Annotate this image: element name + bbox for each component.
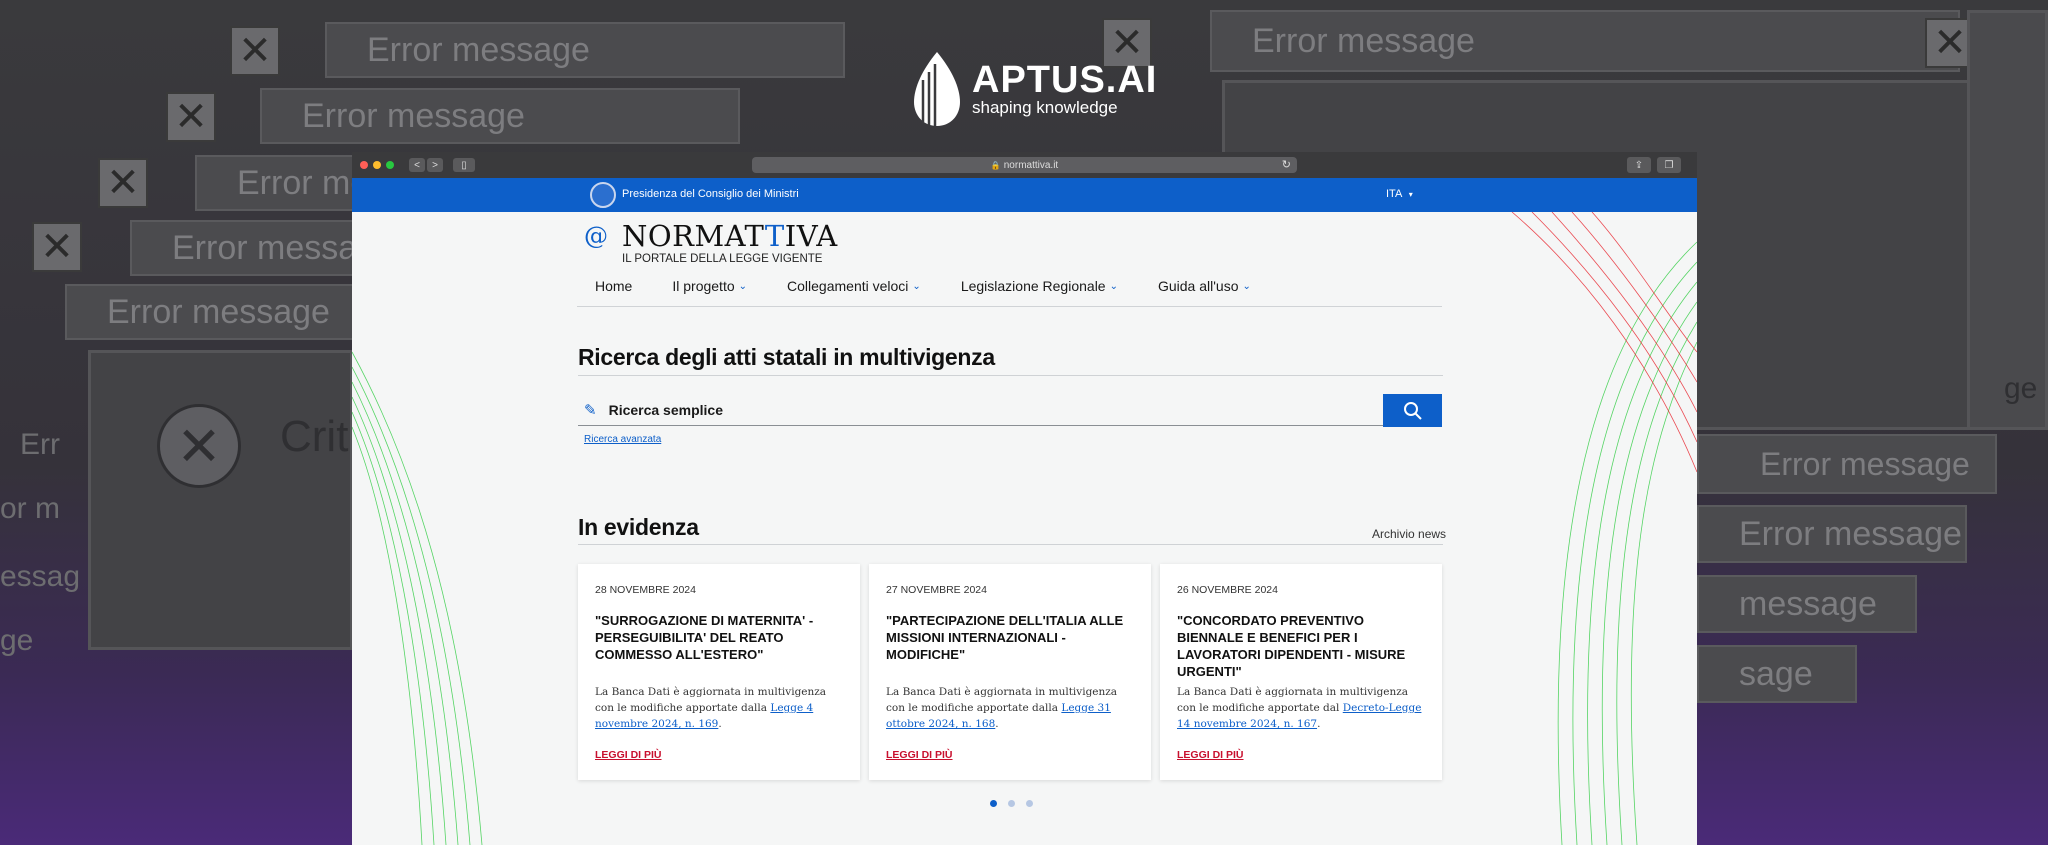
close-icon: ✕ [157, 404, 241, 488]
error-window [1967, 10, 2048, 430]
menu-item-home[interactable]: Home [595, 278, 632, 294]
card-body: La Banca Dati è aggiornata in multivigen… [595, 686, 827, 730]
close-icon: ✕ [230, 26, 280, 76]
language-label: ITA [1386, 188, 1402, 200]
close-icon: ✕ [166, 92, 216, 142]
card-body: La Banca Dati è aggiornata in multivigen… [886, 686, 1118, 730]
error-window: Error message [260, 88, 740, 144]
main-menu: Home Il progetto ⌄ Collegamenti veloci ⌄ L… [595, 278, 1291, 294]
close-window-button[interactable] [360, 161, 368, 169]
chevron-down-icon: ▾ [1408, 190, 1413, 199]
sidebar-icon[interactable]: ▯ [453, 158, 475, 172]
read-more-link[interactable]: LEGGI DI PIÙ [595, 749, 662, 761]
aptus-logo-mark-icon [914, 52, 960, 126]
maximize-window-button[interactable] [386, 161, 394, 169]
url-bar[interactable]: 🔒 normattiva.it ↻ [752, 157, 1297, 173]
archive-news-link[interactable]: Archivio news [1372, 527, 1446, 541]
read-more-link[interactable]: LEGGI DI PIÙ [886, 749, 953, 761]
search-heading: Ricerca degli atti statali in multivigen… [578, 344, 995, 370]
critical-window [88, 350, 353, 650]
menu-item-il-progetto[interactable]: Il progetto ⌄ [672, 278, 747, 294]
logo-subtitle: shaping knowledge [972, 97, 1118, 117]
chevron-down-icon: ⌄ [1109, 280, 1118, 292]
browser-toolbar: < > ▯ 🔒 normattiva.it ↻ ⇪ ❐ [352, 152, 1697, 178]
back-button[interactable]: < [409, 158, 425, 172]
error-window: Error message [65, 284, 355, 340]
bg-fragment: ge [0, 624, 34, 657]
news-card[interactable]: 27 NOVEMBRE 2024 "PARTECIPAZIONE DELL'IT… [869, 564, 1151, 780]
normattiva-logo-icon: @ [584, 222, 608, 250]
card-date: 27 NOVEMBRE 2024 [886, 584, 987, 596]
search-icon [1403, 401, 1422, 420]
bg-fragment: Err [20, 428, 60, 461]
news-card[interactable]: 26 NOVEMBRE 2024 "CONCORDATO PREVENTIVO … [1160, 564, 1442, 780]
logo-title: APTUS.AI [972, 58, 1158, 101]
brand-subtitle: IL PORTALE DELLA LEGGE VIGENTE [622, 253, 823, 265]
pencil-icon: ✎ [584, 401, 597, 419]
card-title: "SURROGAZIONE DI MATERNITA' - PERSEGUIBI… [595, 613, 814, 662]
bg-fragment: Error message [1760, 446, 1970, 482]
error-window: Error message [195, 155, 460, 211]
brand-title: NORMATTIVA [622, 219, 838, 253]
critical-text: Crit [280, 412, 349, 461]
error-window: Error message [325, 22, 845, 78]
card-body: La Banca Dati è aggiornata in multivigen… [1177, 686, 1422, 730]
forward-button[interactable]: > [427, 158, 443, 172]
url-text: normattiva.it [1003, 159, 1059, 171]
bg-fragment: or m [0, 492, 60, 525]
divider [577, 306, 1442, 307]
advanced-search-link[interactable]: Ricerca avanzata [584, 434, 661, 445]
share-icon[interactable]: ⇪ [1627, 157, 1651, 173]
tabs-icon[interactable]: ❐ [1657, 157, 1681, 173]
close-icon: ✕ [32, 222, 82, 272]
menu-item-guida-all-uso[interactable]: Guida all'uso ⌄ [1158, 278, 1251, 294]
carousel-dot[interactable] [1008, 800, 1015, 807]
card-title: "PARTECIPAZIONE DELL'ITALIA ALLE MISSION… [886, 613, 1124, 662]
chevron-down-icon: ⌄ [912, 280, 921, 292]
divider [578, 544, 1443, 545]
news-heading: In evidenza [578, 514, 699, 540]
card-date: 28 NOVEMBRE 2024 [595, 584, 696, 596]
carousel-dot[interactable] [990, 800, 997, 807]
card-title: "CONCORDATO PREVENTIVO BIENNALE E BENEFI… [1177, 613, 1406, 679]
browser-window: < > ▯ 🔒 normattiva.it ↻ ⇪ ❐ Presidenza d… [352, 152, 1697, 845]
page-content: @ NORMATTIVA IL PORTALE DELLA LEGGE VIGE… [352, 212, 1697, 845]
chevron-down-icon: ⌄ [738, 280, 748, 292]
error-window: Error message [130, 220, 395, 276]
close-icon: ✕ [98, 158, 148, 208]
error-window: Error message [1697, 505, 1967, 563]
reload-icon[interactable]: ↻ [1282, 158, 1291, 171]
chevron-down-icon: ⌄ [1242, 280, 1251, 292]
normattiva-logo[interactable]: @ NORMATTIVA IL PORTALE DELLA LEGGE VIGE… [584, 219, 838, 266]
read-more-link[interactable]: LEGGI DI PIÙ [1177, 749, 1244, 761]
bg-fragment: essag [0, 560, 81, 593]
language-selector[interactable]: ITA ▾ [1386, 188, 1413, 200]
search-button[interactable] [1383, 394, 1442, 427]
minimize-window-button[interactable] [373, 161, 381, 169]
news-card[interactable]: 28 NOVEMBRE 2024 "SURROGAZIONE DI MATERN… [578, 564, 860, 780]
gov-top-bar: Presidenza del Consiglio dei Ministri IT… [352, 178, 1697, 212]
aptus-logo: APTUS.AI shaping knowledge [912, 50, 1157, 128]
carousel-dot[interactable] [1026, 800, 1033, 807]
error-window: sage [1697, 645, 1857, 703]
menu-item-legislazione-regionale[interactable]: Legislazione Regionale ⌄ [961, 278, 1118, 294]
card-date: 26 NOVEMBRE 2024 [1177, 584, 1278, 596]
carousel-dots [990, 800, 1033, 807]
bg-fragment: ge [2004, 372, 2038, 405]
error-window: Error message [1210, 10, 1960, 72]
gov-label[interactable]: Presidenza del Consiglio dei Ministri [622, 188, 799, 200]
search-placeholder: Ricerca semplice [608, 401, 723, 418]
decorative-wave-right [1511, 212, 1697, 845]
gov-emblem-icon [590, 182, 616, 208]
divider [578, 375, 1443, 376]
decorative-wave-left [352, 351, 483, 845]
menu-item-collegamenti-veloci[interactable]: Collegamenti veloci ⌄ [787, 278, 921, 294]
error-window: message [1697, 575, 1917, 633]
search-input[interactable]: ✎ Ricerca semplice [578, 394, 1384, 426]
lock-icon: 🔒 [990, 160, 1001, 170]
